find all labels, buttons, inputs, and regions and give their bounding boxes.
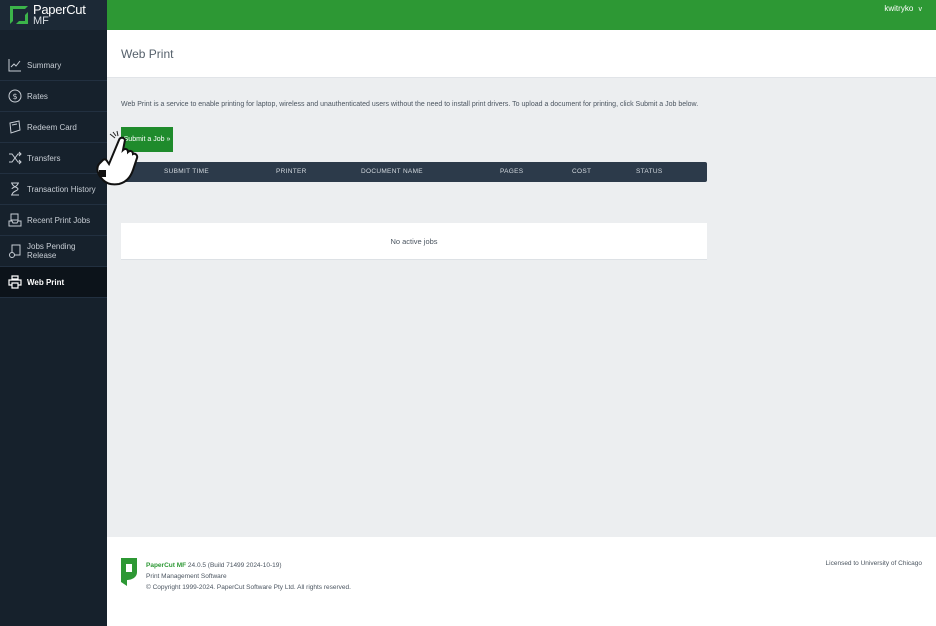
papercut-footer-logo-icon xyxy=(121,558,137,586)
pending-doc-icon xyxy=(8,244,22,258)
chevron-down-icon: v xyxy=(918,6,923,13)
sidebar-item-summary[interactable]: Summary xyxy=(0,50,107,81)
page-header: Web Print xyxy=(107,30,936,78)
column-header-submit-time[interactable]: SUBMIT TIME xyxy=(164,168,209,175)
user-menu[interactable]: kwitryko v xyxy=(884,4,922,13)
footer-version: 24.0.5 (Build 71499 2024-10-19) xyxy=(187,562,282,569)
page-title: Web Print xyxy=(121,47,174,61)
sidebar-item-transfers[interactable]: Transfers xyxy=(0,143,107,174)
jobs-table-header: SUBMIT TIME PRINTER DOCUMENT NAME PAGES … xyxy=(121,162,707,182)
sidebar-item-label: Transfers xyxy=(27,153,61,163)
license-text: Licensed to University of Chicago xyxy=(825,560,922,567)
papercut-logo[interactable]: PaperCut MF xyxy=(0,0,107,30)
sidebar-item-rates[interactable]: $ Rates xyxy=(0,81,107,112)
column-header-cost[interactable]: COST xyxy=(572,168,591,175)
sidebar-item-label: Jobs Pending Release xyxy=(27,242,76,260)
footer-copyright: © Copyright 1999-2024. PaperCut Software… xyxy=(146,584,351,591)
sidebar-item-label: Transaction History xyxy=(27,184,96,194)
sidebar-item-label: Rates xyxy=(27,91,48,101)
sidebar-nav: Summary $ Rates Redeem Card Transfers Tr… xyxy=(0,50,107,298)
sidebar: PaperCut MF Summary $ Rates Redeem Card xyxy=(0,0,107,626)
username: kwitryko xyxy=(884,4,914,13)
column-header-pages[interactable]: PAGES xyxy=(500,168,523,175)
sidebar-item-web-print[interactable]: Web Print xyxy=(0,267,107,298)
logo-product-text: MF xyxy=(33,15,49,27)
card-icon xyxy=(8,120,22,134)
sidebar-item-recent-print-jobs[interactable]: Recent Print Jobs xyxy=(0,205,107,236)
papercut-logo-icon xyxy=(8,4,30,26)
column-header-document-name[interactable]: DOCUMENT NAME xyxy=(361,168,423,175)
footer-brand[interactable]: PaperCut MF xyxy=(146,562,186,569)
intro-text: Web Print is a service to enable printin… xyxy=(121,101,699,108)
tray-icon xyxy=(8,213,22,227)
shuffle-icon xyxy=(8,151,22,165)
sidebar-item-redeem-card[interactable]: Redeem Card xyxy=(0,112,107,143)
empty-jobs-message: No active jobs xyxy=(121,223,707,260)
column-header-status[interactable]: STATUS xyxy=(636,168,662,175)
footer: PaperCut MF 24.0.5 (Build 71499 2024-10-… xyxy=(107,537,936,626)
top-bar: kwitryko v xyxy=(107,0,936,30)
column-header-printer[interactable]: PRINTER xyxy=(276,168,307,175)
hand-pointer-cursor-icon xyxy=(96,130,139,186)
printer-icon xyxy=(8,275,22,289)
sidebar-item-label: Redeem Card xyxy=(27,122,77,132)
sidebar-item-label: Recent Print Jobs xyxy=(27,215,91,225)
sidebar-item-label: Summary xyxy=(27,60,62,70)
footer-tagline: Print Management Software xyxy=(146,573,227,580)
chart-line-icon xyxy=(8,58,22,72)
dollar-circle-icon: $ xyxy=(8,89,22,103)
svg-text:$: $ xyxy=(12,92,17,101)
sidebar-item-jobs-pending-release[interactable]: Jobs Pending Release xyxy=(0,236,107,267)
sidebar-item-label: Web Print xyxy=(27,277,65,287)
sidebar-item-transaction-history[interactable]: Transaction History xyxy=(0,174,107,205)
hourglass-icon xyxy=(8,182,22,196)
